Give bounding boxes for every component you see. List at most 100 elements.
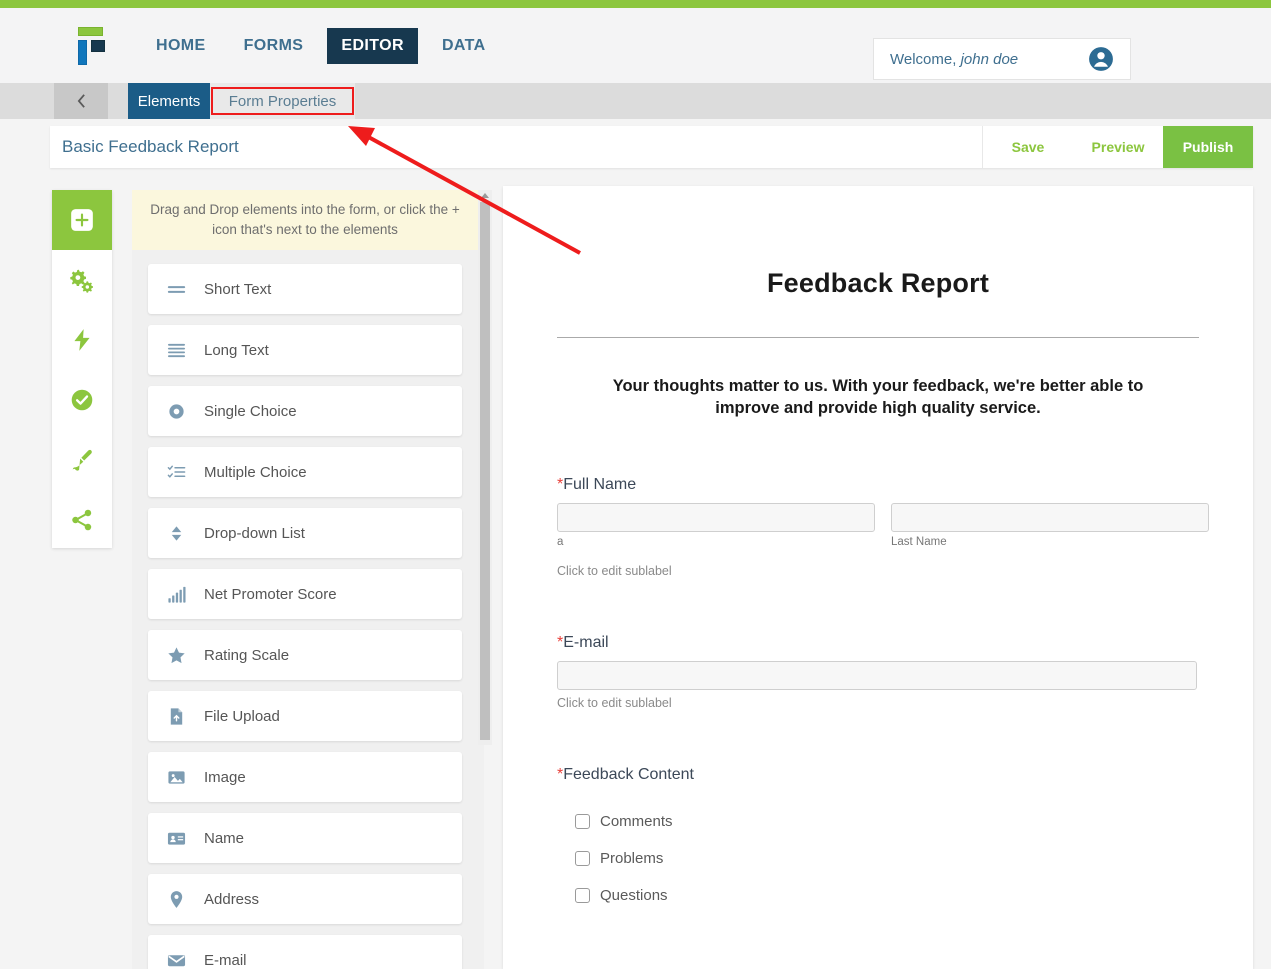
paintbrush-icon — [72, 449, 92, 471]
long-text-icon — [148, 341, 204, 360]
nav-item-editor[interactable]: EDITOR — [327, 27, 418, 64]
element-label: Single Choice — [204, 402, 297, 420]
element-name[interactable]: Name — [148, 813, 462, 863]
plus-icon — [71, 209, 93, 231]
element-multiple-choice[interactable]: Multiple Choice — [148, 447, 462, 497]
star-icon — [148, 646, 204, 665]
first-name-group: a — [557, 502, 875, 548]
element-single-choice[interactable]: Single Choice — [148, 386, 462, 436]
publish-button[interactable]: Publish — [1163, 126, 1253, 168]
scrollbar-thumb[interactable] — [480, 202, 490, 740]
checkbox-comments[interactable] — [575, 813, 590, 829]
file-upload-icon — [148, 707, 204, 726]
rail-item-share[interactable] — [52, 490, 112, 550]
field-full-name[interactable]: *Full Name a Last Name Click to edit sub… — [557, 476, 1209, 578]
last-name-input[interactable] — [891, 502, 1209, 532]
form-subheading: Your thoughts matter to us. With your fe… — [612, 377, 1144, 418]
palette-hint: Drag and Drop elements into the form, or… — [132, 190, 478, 250]
form-name-input[interactable]: Basic Feedback Report — [50, 126, 983, 168]
element-label: E-mail — [204, 951, 247, 969]
rail-item-validation[interactable] — [52, 370, 112, 430]
edit-sublabel-hint[interactable]: Click to edit sublabel — [557, 564, 1199, 578]
logo-green-bar — [78, 26, 103, 36]
email-input[interactable] — [557, 660, 1197, 690]
element-label: Net Promoter Score — [204, 585, 337, 603]
tab-form-properties[interactable]: Form Properties — [210, 83, 355, 119]
element-label: File Upload — [204, 707, 280, 725]
element-dropdown-list[interactable]: Drop-down List — [148, 508, 462, 558]
updown-arrows-icon — [148, 524, 204, 543]
element-label: Drop-down List — [204, 524, 305, 542]
editor-tool-rail — [52, 190, 112, 548]
field-label-text: Feedback Content — [563, 765, 694, 783]
checkbox-row[interactable]: Questions — [575, 867, 1199, 904]
editor-tabbar: Elements Form Properties — [0, 83, 1271, 119]
app-header: HOME FORMS EDITOR DATA Welcome, john doe — [0, 8, 1271, 83]
field-label: *Feedback Content — [557, 766, 1199, 784]
map-pin-icon — [148, 890, 204, 909]
top-accent-bar — [0, 0, 1271, 8]
bar-chart-icon — [148, 585, 204, 604]
form-builder-logo[interactable] — [70, 26, 105, 65]
scroll-up-arrow-icon[interactable] — [481, 193, 489, 198]
field-label: *Full Name — [557, 476, 1199, 494]
gears-icon — [70, 269, 93, 293]
element-short-text[interactable]: Short Text — [148, 264, 462, 314]
welcome-prefix: Welcome, — [890, 50, 957, 68]
main-nav: HOME FORMS EDITOR DATA — [142, 27, 510, 64]
last-name-sublabel[interactable]: Last Name — [891, 536, 1209, 548]
id-card-icon — [148, 829, 204, 848]
welcome-label: Welcome, john doe — [890, 51, 1018, 68]
field-email[interactable]: *E-mail Click to edit sublabel — [557, 634, 1199, 710]
nav-item-forms[interactable]: FORMS — [230, 28, 318, 64]
checkbox-row[interactable]: Comments — [575, 793, 1199, 830]
element-label: Multiple Choice — [204, 463, 307, 481]
rail-item-add-element[interactable] — [52, 190, 112, 250]
element-net-promoter-score[interactable]: Net Promoter Score — [148, 569, 462, 619]
palette-scrollbar[interactable] — [478, 190, 492, 745]
collapse-panel-button[interactable] — [54, 83, 108, 119]
field-label-text: Full Name — [563, 475, 637, 493]
nav-item-data[interactable]: DATA — [428, 28, 500, 64]
element-image[interactable]: Image — [148, 752, 462, 802]
checkbox-questions[interactable] — [575, 887, 590, 903]
lightning-bolt-icon — [74, 329, 90, 351]
user-avatar-icon[interactable] — [1088, 46, 1114, 72]
envelope-icon — [148, 951, 204, 969]
element-long-text[interactable]: Long Text — [148, 325, 462, 375]
edit-sublabel-hint[interactable]: Click to edit sublabel — [557, 696, 1199, 710]
preview-button[interactable]: Preview — [1073, 126, 1163, 168]
rail-item-styles[interactable] — [52, 430, 112, 490]
first-name-sublabel[interactable]: a — [557, 536, 875, 548]
element-label: Short Text — [204, 280, 272, 298]
nav-item-home[interactable]: HOME — [142, 28, 220, 64]
field-label-text: E-mail — [563, 633, 609, 651]
form-preview-canvas: Feedback Report Your thoughts matter to … — [503, 186, 1253, 969]
checkbox-row[interactable]: Problems — [575, 830, 1199, 867]
element-email[interactable]: E-mail — [148, 935, 462, 969]
checkbox-label: Questions — [600, 886, 668, 904]
user-menu[interactable]: Welcome, john doe — [873, 38, 1131, 80]
save-button[interactable]: Save — [983, 126, 1073, 168]
element-file-upload[interactable]: File Upload — [148, 691, 462, 741]
checkbox-problems[interactable] — [575, 850, 590, 866]
checkbox-label: Comments — [600, 812, 673, 830]
check-circle-icon — [71, 389, 93, 411]
logo-navy-square — [91, 39, 105, 52]
field-label: *E-mail — [557, 634, 1199, 652]
rail-item-settings[interactable] — [52, 250, 112, 310]
element-rating-scale[interactable]: Rating Scale — [148, 630, 462, 680]
rail-item-conditions[interactable] — [52, 310, 112, 370]
element-address[interactable]: Address — [148, 874, 462, 924]
share-icon — [72, 509, 92, 531]
welcome-username: john doe — [960, 50, 1019, 68]
form-heading: Feedback Report — [766, 268, 990, 298]
first-name-input[interactable] — [557, 502, 875, 532]
tab-elements[interactable]: Elements — [128, 83, 210, 119]
checkbox-label: Problems — [600, 849, 664, 867]
form-editor-app: HOME FORMS EDITOR DATA Welcome, john doe — [0, 0, 1271, 969]
element-label: Address — [204, 890, 260, 908]
element-label: Long Text — [204, 341, 269, 359]
field-feedback-content[interactable]: *Feedback Content Comments Problems Ques… — [557, 766, 1199, 904]
elements-palette: Drag and Drop elements into the form, or… — [132, 190, 484, 969]
